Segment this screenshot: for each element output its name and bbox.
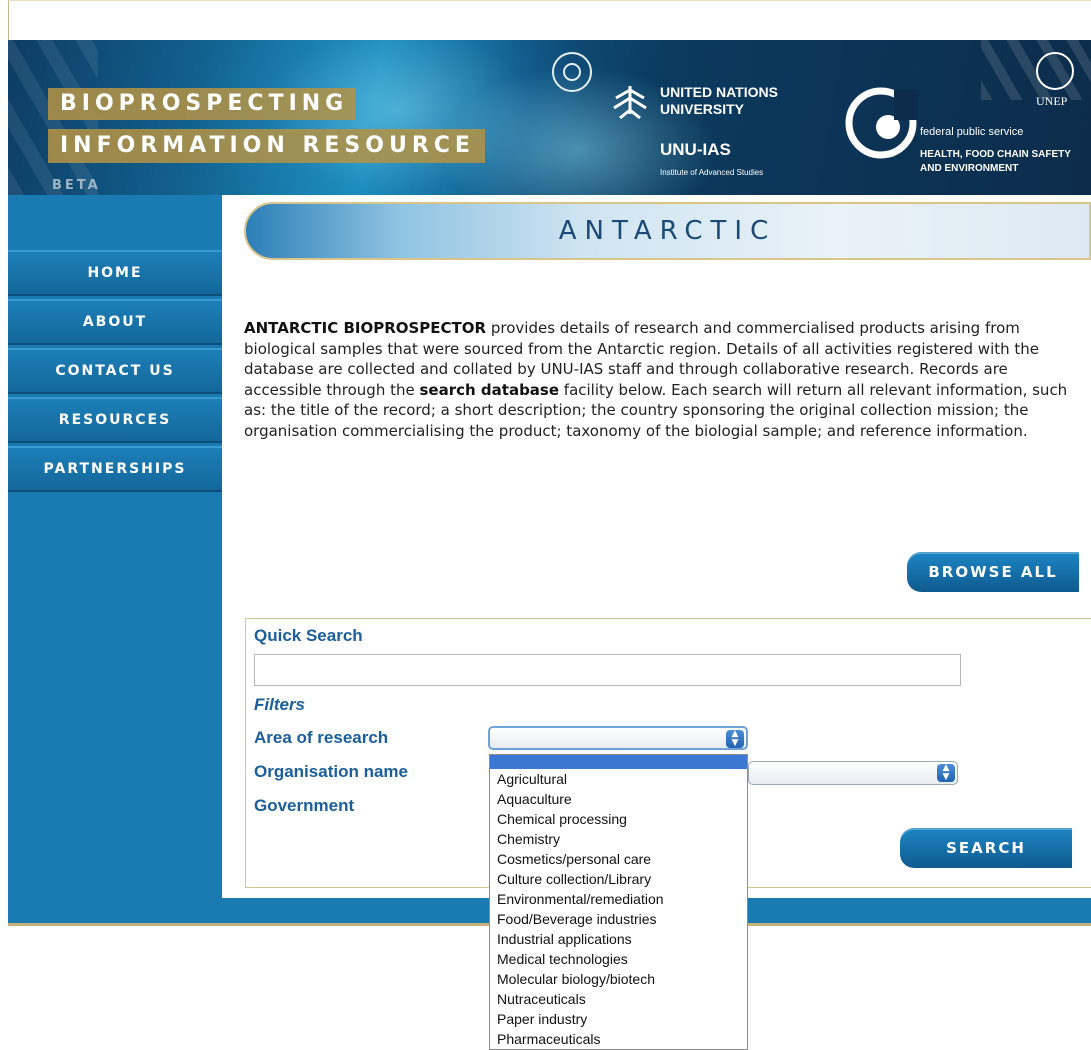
dropdown-option[interactable]: Molecular biology/biotech: [490, 969, 747, 989]
site-title-line2: INFORMATION RESOURCE: [48, 129, 485, 163]
site-header-banner: BIOPROSPECTING INFORMATION RESOURCE BETA…: [8, 40, 1091, 195]
dropdown-option[interactable]: Cosmetics/personal care: [490, 849, 747, 869]
dropdown-option[interactable]: Chemical processing: [490, 809, 747, 829]
area-of-research-dropdown-list[interactable]: Agricultural Aquaculture Chemical proces…: [489, 754, 748, 1050]
intro-bold-product: ANTARCTIC BIOPROSPECTOR: [244, 319, 487, 337]
quick-search-label: Quick Search: [254, 626, 363, 645]
area-of-research-label: Area of research: [254, 728, 389, 747]
nav-about[interactable]: ABOUT: [8, 299, 222, 345]
search-button[interactable]: SEARCH: [900, 828, 1072, 868]
nav-partnerships[interactable]: PARTNERSHIPS: [8, 446, 222, 492]
unep-logo-icon: [1036, 52, 1074, 90]
dropdown-option[interactable]: Paper industry: [490, 1009, 747, 1029]
dropdown-option[interactable]: Food/Beverage industries: [490, 909, 747, 929]
site-title-line1: BIOPROSPECTING: [48, 88, 357, 120]
dropdown-option[interactable]: Nutraceuticals: [490, 989, 747, 1009]
un-emblem-icon: [552, 52, 592, 92]
select-arrows-icon: ▲ ▼: [726, 730, 744, 748]
organisation-name-select[interactable]: ▲ ▼: [748, 761, 958, 785]
page-title: ANTARCTIC: [558, 216, 777, 246]
quick-search-input[interactable]: [254, 654, 961, 686]
dropdown-option-blank-selected[interactable]: [490, 755, 747, 769]
unu-ias-label: UNU-IAS: [660, 140, 731, 159]
nav-resources[interactable]: RESOURCES: [8, 397, 222, 443]
browse-all-button[interactable]: BROWSE ALL: [907, 552, 1079, 592]
dropdown-option[interactable]: Industrial applications: [490, 929, 747, 949]
dropdown-option[interactable]: Medical technologies: [490, 949, 747, 969]
filters-label: Filters: [254, 695, 306, 714]
dropdown-option[interactable]: Chemistry: [490, 829, 747, 849]
area-of-research-select[interactable]: ▲ ▼: [488, 726, 748, 750]
dropdown-option[interactable]: Pharmaceuticals: [490, 1029, 747, 1049]
government-label: Government: [254, 796, 355, 815]
organisation-name-label: Organisation name: [254, 762, 408, 781]
sidebar-nav: HOME ABOUT CONTACT US RESOURCES PARTNERS…: [8, 250, 222, 495]
nav-home[interactable]: HOME: [8, 250, 222, 296]
unu-name: UNITED NATIONS UNIVERSITY: [660, 84, 778, 117]
dropdown-option[interactable]: Environmental/remediation: [490, 889, 747, 909]
dropdown-option[interactable]: Agricultural: [490, 769, 747, 789]
intro-bold-search-database: search database: [419, 380, 560, 399]
select-arrows-icon: ▲ ▼: [937, 764, 955, 782]
beta-label: BETA: [52, 178, 101, 193]
fps-line2: HEALTH, FOOD CHAIN SAFETY AND ENVIRONMEN…: [920, 149, 1071, 174]
dropdown-option[interactable]: Culture collection/Library: [490, 869, 747, 889]
unep-label: UNEP: [1036, 94, 1068, 108]
unu-ias-subtitle: Institute of Advanced Studies: [660, 168, 764, 177]
page-title-banner: ANTARCTIC: [244, 202, 1091, 260]
federal-public-service-logo-icon: [845, 87, 918, 159]
top-strip: [0, 0, 1091, 41]
intro-paragraph: ANTARCTIC BIOPROSPECTOR provides details…: [244, 318, 1084, 441]
unu-logo-icon: [613, 86, 647, 120]
dropdown-option[interactable]: Aquaculture: [490, 789, 747, 809]
nav-contact-us[interactable]: CONTACT US: [8, 348, 222, 394]
fps-line1: federal public service: [920, 126, 1024, 138]
